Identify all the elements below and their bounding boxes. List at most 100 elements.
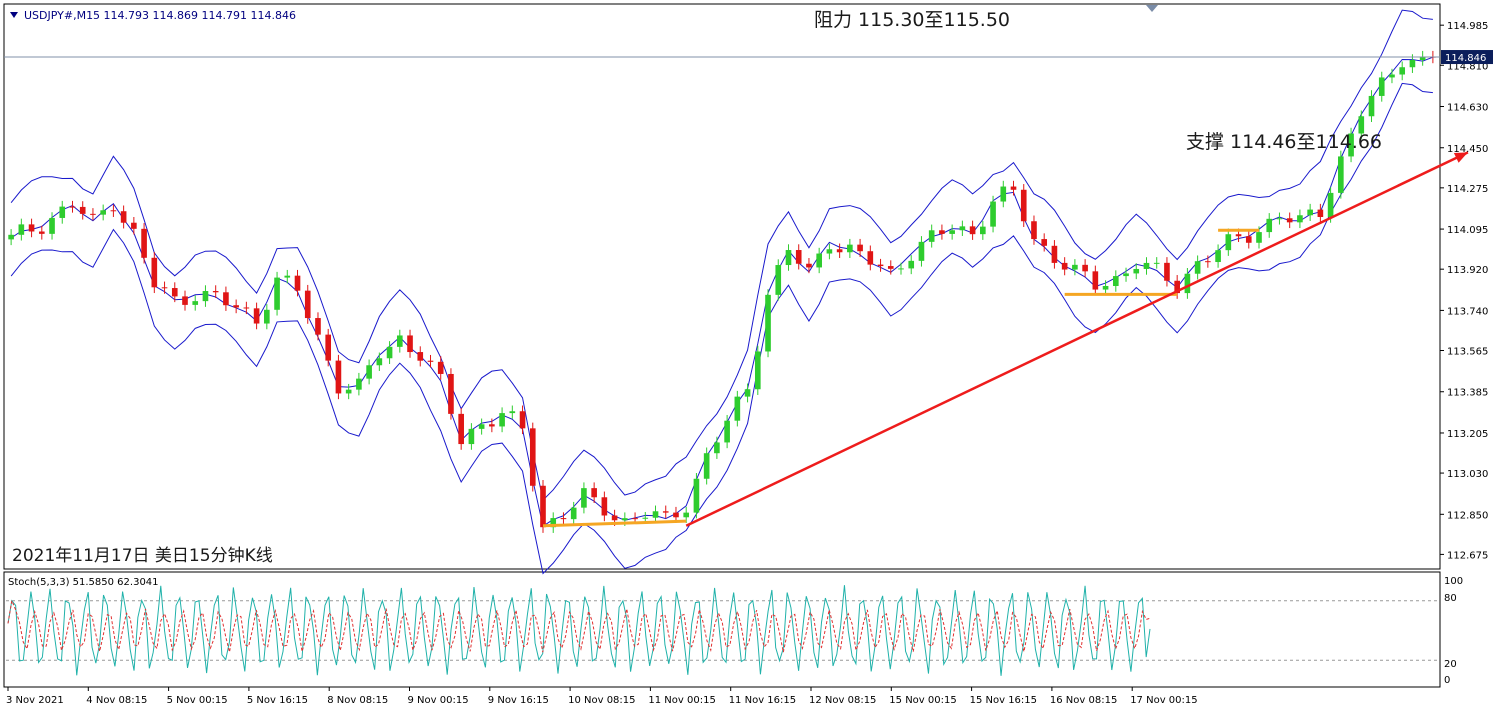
time-tick-label: 15 Nov 16:15 xyxy=(970,695,1037,706)
time-tick-label: 11 Nov 16:15 xyxy=(729,695,796,706)
candle-body xyxy=(826,249,833,254)
candle-body xyxy=(703,453,710,479)
candle-body xyxy=(1409,59,1416,68)
candle-body xyxy=(1399,67,1406,75)
candle-body xyxy=(581,488,587,508)
candle-body xyxy=(1225,234,1232,251)
candle-body xyxy=(192,301,199,305)
candle-body xyxy=(969,226,976,235)
candle-body xyxy=(396,335,403,347)
candle-body xyxy=(1368,95,1375,117)
candle-body xyxy=(1184,273,1191,294)
stoch-tick-80: 80 xyxy=(1444,593,1457,604)
candle-body xyxy=(611,515,618,521)
time-axis: 3 Nov 2021 4 Nov 08:15 5 Nov 00:15 5 Nov 16… xyxy=(6,687,1198,706)
candle-body xyxy=(765,294,771,352)
price-tick-label: 113.740 xyxy=(1447,306,1488,317)
price-tick-label: 113.565 xyxy=(1447,347,1488,358)
candle-body xyxy=(274,277,280,310)
chart-canvas: USDJPY#,M15 114.793 114.869 114.791 114.… xyxy=(3,3,1493,706)
candle-body xyxy=(100,210,106,215)
candle-body xyxy=(223,292,229,306)
candle-body xyxy=(836,249,843,253)
chart-caption: 2021年11月17日 美日15分钟K线 xyxy=(12,546,273,566)
candle-body xyxy=(1256,232,1262,243)
candle-body xyxy=(1143,262,1150,269)
candle-body xyxy=(1194,261,1201,274)
time-tick-label: 9 Nov 00:15 xyxy=(408,695,469,706)
candle-body xyxy=(1215,250,1221,263)
price-tick-label: 113.030 xyxy=(1447,469,1488,480)
time-tick-label: 12 Nov 08:15 xyxy=(809,695,876,706)
candle-body xyxy=(928,230,935,242)
candle-body xyxy=(1389,74,1395,78)
candle-body xyxy=(877,264,884,267)
candle-body xyxy=(264,309,270,324)
candle-body xyxy=(1297,215,1303,223)
candle-body xyxy=(1307,209,1313,216)
candle-body xyxy=(662,511,669,513)
candle-body xyxy=(59,206,66,218)
candle-body xyxy=(489,424,495,427)
candle-body xyxy=(8,234,14,240)
price-tick-label: 112.675 xyxy=(1447,550,1488,561)
price-tick-label: 113.920 xyxy=(1447,265,1488,276)
price-tick-label: 113.385 xyxy=(1447,388,1488,399)
candle-body xyxy=(806,263,812,268)
candle-body xyxy=(601,497,608,516)
candle-body xyxy=(1276,218,1283,220)
candle-body xyxy=(642,517,649,519)
candle-body xyxy=(28,224,35,232)
price-axis: 114.985114.810114.630114.450114.275114.0… xyxy=(1440,21,1488,561)
candle-body xyxy=(1123,273,1129,277)
candle-body xyxy=(652,511,659,518)
candle-body xyxy=(417,352,424,361)
stoch-label: Stoch(5,3,3) 51.5850 62.3041 xyxy=(8,577,159,588)
candle-body xyxy=(519,411,526,429)
candle-body xyxy=(1020,189,1027,222)
candle-body xyxy=(622,518,628,521)
candle-body xyxy=(540,485,546,528)
candle-body xyxy=(151,257,158,288)
candle-body xyxy=(1133,268,1140,274)
candle-body xyxy=(887,266,894,269)
candle-body xyxy=(1061,262,1068,270)
price-tick-label: 114.985 xyxy=(1447,21,1488,32)
candle-body xyxy=(315,318,321,335)
candle-body xyxy=(847,244,853,253)
price-tick-label: 114.450 xyxy=(1447,144,1488,155)
time-tick-label: 3 Nov 2021 xyxy=(6,695,64,706)
candle-body xyxy=(754,351,761,390)
candle-body xyxy=(1245,236,1252,243)
candle-body xyxy=(744,389,751,397)
resistance-label: 阻力 115.30至115.50 xyxy=(814,9,1010,31)
candle-body xyxy=(90,213,96,215)
candle-body xyxy=(795,250,802,264)
candle-body xyxy=(1112,276,1119,287)
candle-body xyxy=(570,507,577,520)
time-tick-label: 5 Nov 00:15 xyxy=(167,695,228,706)
candle-body xyxy=(591,488,597,498)
candle-body xyxy=(959,226,966,231)
candle-body xyxy=(949,230,955,234)
candle-body xyxy=(171,288,178,297)
candle-body xyxy=(284,275,291,278)
candle-body xyxy=(366,365,372,379)
candle-body xyxy=(18,224,25,235)
candle-body xyxy=(1327,192,1334,218)
candle-body xyxy=(980,226,986,235)
candle-body xyxy=(253,308,260,324)
candle-body xyxy=(939,230,945,234)
candle-body xyxy=(918,241,925,261)
candle-body xyxy=(325,334,332,361)
time-tick-label: 17 Nov 00:15 xyxy=(1130,695,1197,706)
candle-body xyxy=(38,231,45,234)
candle-body xyxy=(345,389,352,394)
candle-body xyxy=(69,206,76,208)
candle-body xyxy=(990,201,996,227)
candle-body xyxy=(202,291,209,302)
stoch-tick-100: 100 xyxy=(1444,576,1463,587)
candle-body xyxy=(1102,286,1109,290)
price-tick-label: 114.275 xyxy=(1447,184,1488,195)
candle-body xyxy=(407,335,413,353)
